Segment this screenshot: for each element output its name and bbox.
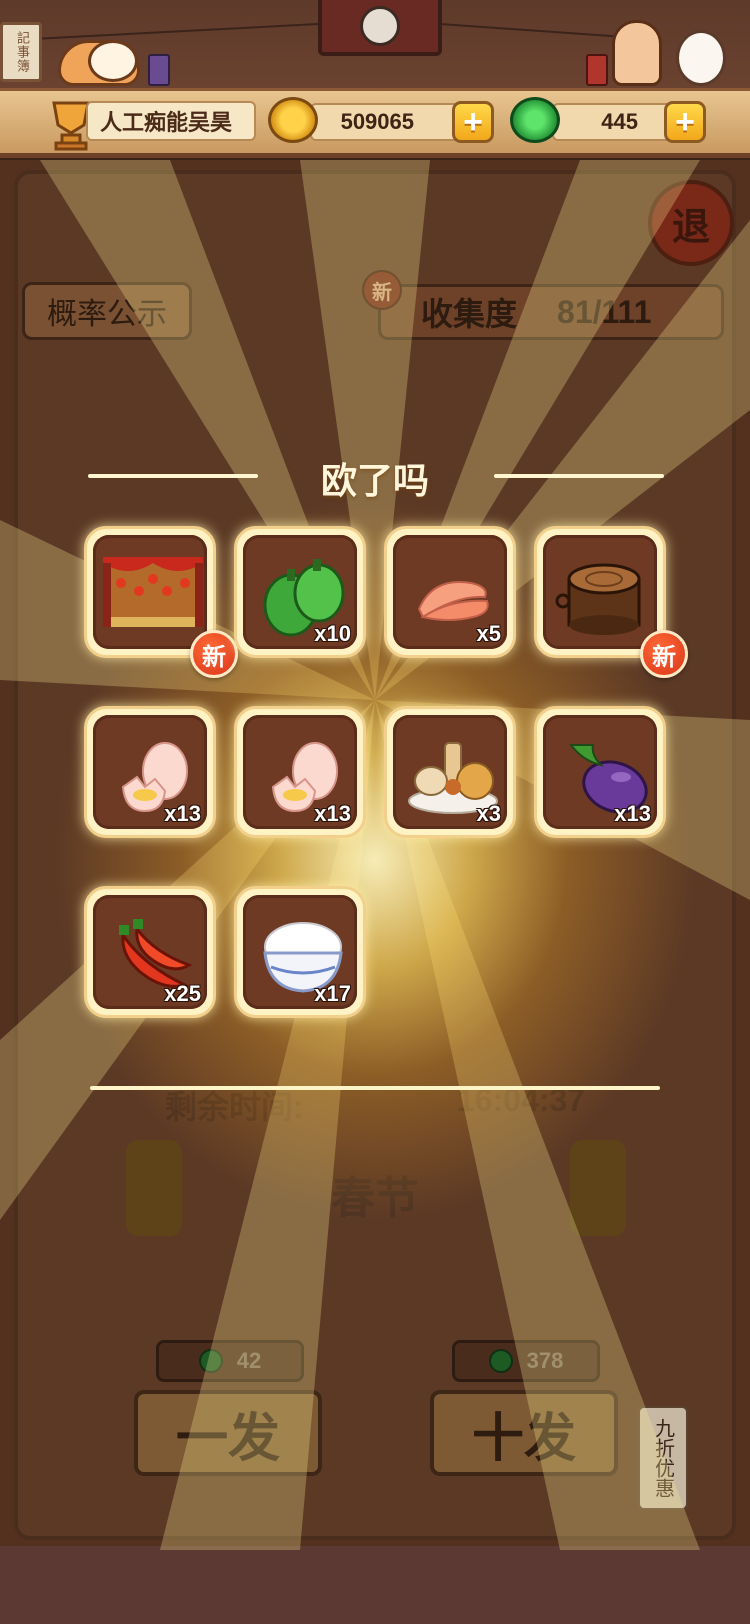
- new-badge: 新: [640, 630, 688, 678]
- white-cat-icon[interactable]: [676, 30, 726, 86]
- result-title: 欧了吗: [320, 460, 429, 501]
- jade-gem-icon: [198, 1349, 223, 1373]
- item-quantity: x13: [164, 801, 201, 826]
- collection-label: 收集度: [421, 296, 518, 332]
- string-decoration: [440, 23, 640, 39]
- calendar-sign[interactable]: 記事簿: [0, 22, 42, 82]
- reward-item-fried-snack-platter[interactable]: x3: [384, 706, 516, 838]
- single-draw-button[interactable]: 一发: [134, 1390, 322, 1476]
- discount-tag: 九折优惠: [638, 1406, 688, 1510]
- new-badge: 新: [190, 630, 238, 678]
- reward-item-egg[interactable]: x13: [84, 706, 216, 838]
- jade-gem-icon: [488, 1349, 513, 1373]
- ten-draw-button[interactable]: 十发: [430, 1390, 618, 1476]
- reward-item-rice-bowl[interactable]: x17: [234, 886, 366, 1018]
- red-jar-icon: [586, 54, 608, 86]
- cat-head-icon: [88, 40, 138, 82]
- single-draw-cost: 42: [156, 1340, 304, 1382]
- ten-draw-cost: 378: [452, 1340, 600, 1382]
- exit-button[interactable]: 退: [648, 180, 734, 266]
- result-bottom-divider: [90, 1086, 660, 1090]
- item-quantity: x10: [314, 621, 351, 646]
- bottom-strip: [0, 1546, 750, 1624]
- wood-stump-icon: [555, 563, 641, 635]
- player-name[interactable]: 人工痴能吴昊: [86, 101, 256, 141]
- add-coins-button[interactable]: +: [452, 101, 494, 143]
- jade-gem-icon: [510, 97, 560, 143]
- collection-new-badge: 新: [362, 270, 402, 310]
- reward-item-egg[interactable]: x13: [234, 706, 366, 838]
- probability-button[interactable]: 概率公示: [22, 282, 192, 340]
- string-decoration: [40, 22, 330, 40]
- resource-bar: 人工痴能吴昊 509065 + 445 +: [0, 88, 750, 158]
- gacha-frame: [14, 170, 736, 1540]
- collection-progress[interactable]: 收集度 81/111: [378, 284, 724, 340]
- festival-stage-icon: [103, 557, 203, 627]
- single-cost-value: 42: [236, 1348, 262, 1373]
- item-quantity: x13: [614, 801, 651, 826]
- add-gems-button[interactable]: +: [664, 101, 706, 143]
- girl-character-icon[interactable]: [612, 20, 662, 86]
- item-quantity: x17: [314, 981, 351, 1006]
- top-scene: 記事簿: [0, 0, 750, 90]
- collection-value: 81/111: [557, 293, 652, 330]
- purple-jar-icon: [148, 54, 170, 86]
- reward-item-red-chili[interactable]: x25: [84, 886, 216, 1018]
- item-quantity: x13: [314, 801, 351, 826]
- item-quantity: x25: [164, 981, 201, 1006]
- coin-counter: 509065: [310, 103, 470, 141]
- season-label: 春节: [331, 1174, 419, 1223]
- reward-item-salmon-slice[interactable]: x5: [384, 526, 516, 658]
- coin-icon: [268, 97, 318, 143]
- reward-item-green-pepper[interactable]: x10: [234, 526, 366, 658]
- ten-cost-value: 378: [526, 1348, 564, 1373]
- item-quantity: x5: [476, 621, 501, 646]
- elder-portrait[interactable]: [318, 0, 442, 56]
- elder-face-icon: [360, 6, 400, 46]
- item-quantity: x3: [476, 801, 501, 826]
- reward-item-eggplant[interactable]: x13: [534, 706, 666, 838]
